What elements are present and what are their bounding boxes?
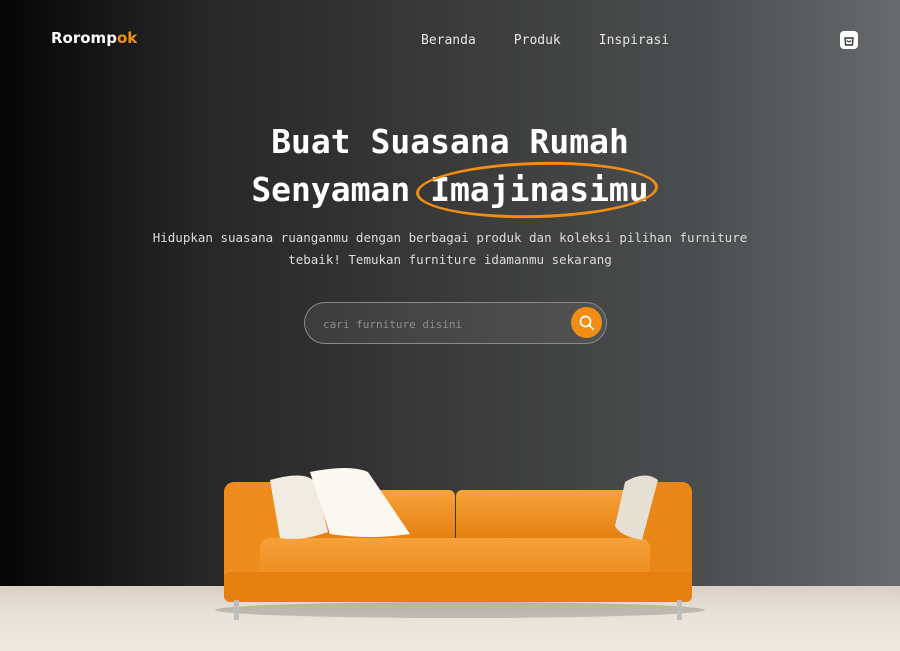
hero-title-highlight: Imajinasimu	[415, 158, 659, 222]
search-button[interactable]	[571, 307, 602, 338]
nav-link-inspirasi[interactable]: Inspirasi	[599, 33, 669, 48]
hero-subtitle: Hidupkan suasana ruanganmu dengan berbag…	[152, 230, 748, 267]
hero-title-line2-prefix: Senyaman	[251, 170, 431, 209]
cart-button[interactable]	[840, 31, 858, 49]
shopping-bag-icon	[844, 37, 854, 46]
sofa-image	[215, 468, 705, 620]
nav-link-produk[interactable]: Produk	[514, 33, 561, 48]
hero-title: Buat Suasana Rumah Senyaman Imajinasimu	[0, 118, 900, 222]
logo-text: Rorompok	[51, 29, 138, 47]
search-input[interactable]	[321, 314, 555, 334]
highlight-ring	[415, 158, 659, 222]
hero-title-line1: Buat Suasana Rumah	[271, 122, 629, 161]
logo[interactable]: Rorompok	[51, 29, 137, 47]
search-bar	[304, 302, 607, 344]
nav-links: Beranda Produk Inspirasi	[421, 33, 669, 48]
nav-link-beranda[interactable]: Beranda	[421, 33, 476, 48]
logo-accent: ok	[116, 29, 138, 47]
search-icon	[579, 315, 594, 330]
navbar: Rorompok Beranda Produk Inspirasi	[0, 0, 900, 80]
